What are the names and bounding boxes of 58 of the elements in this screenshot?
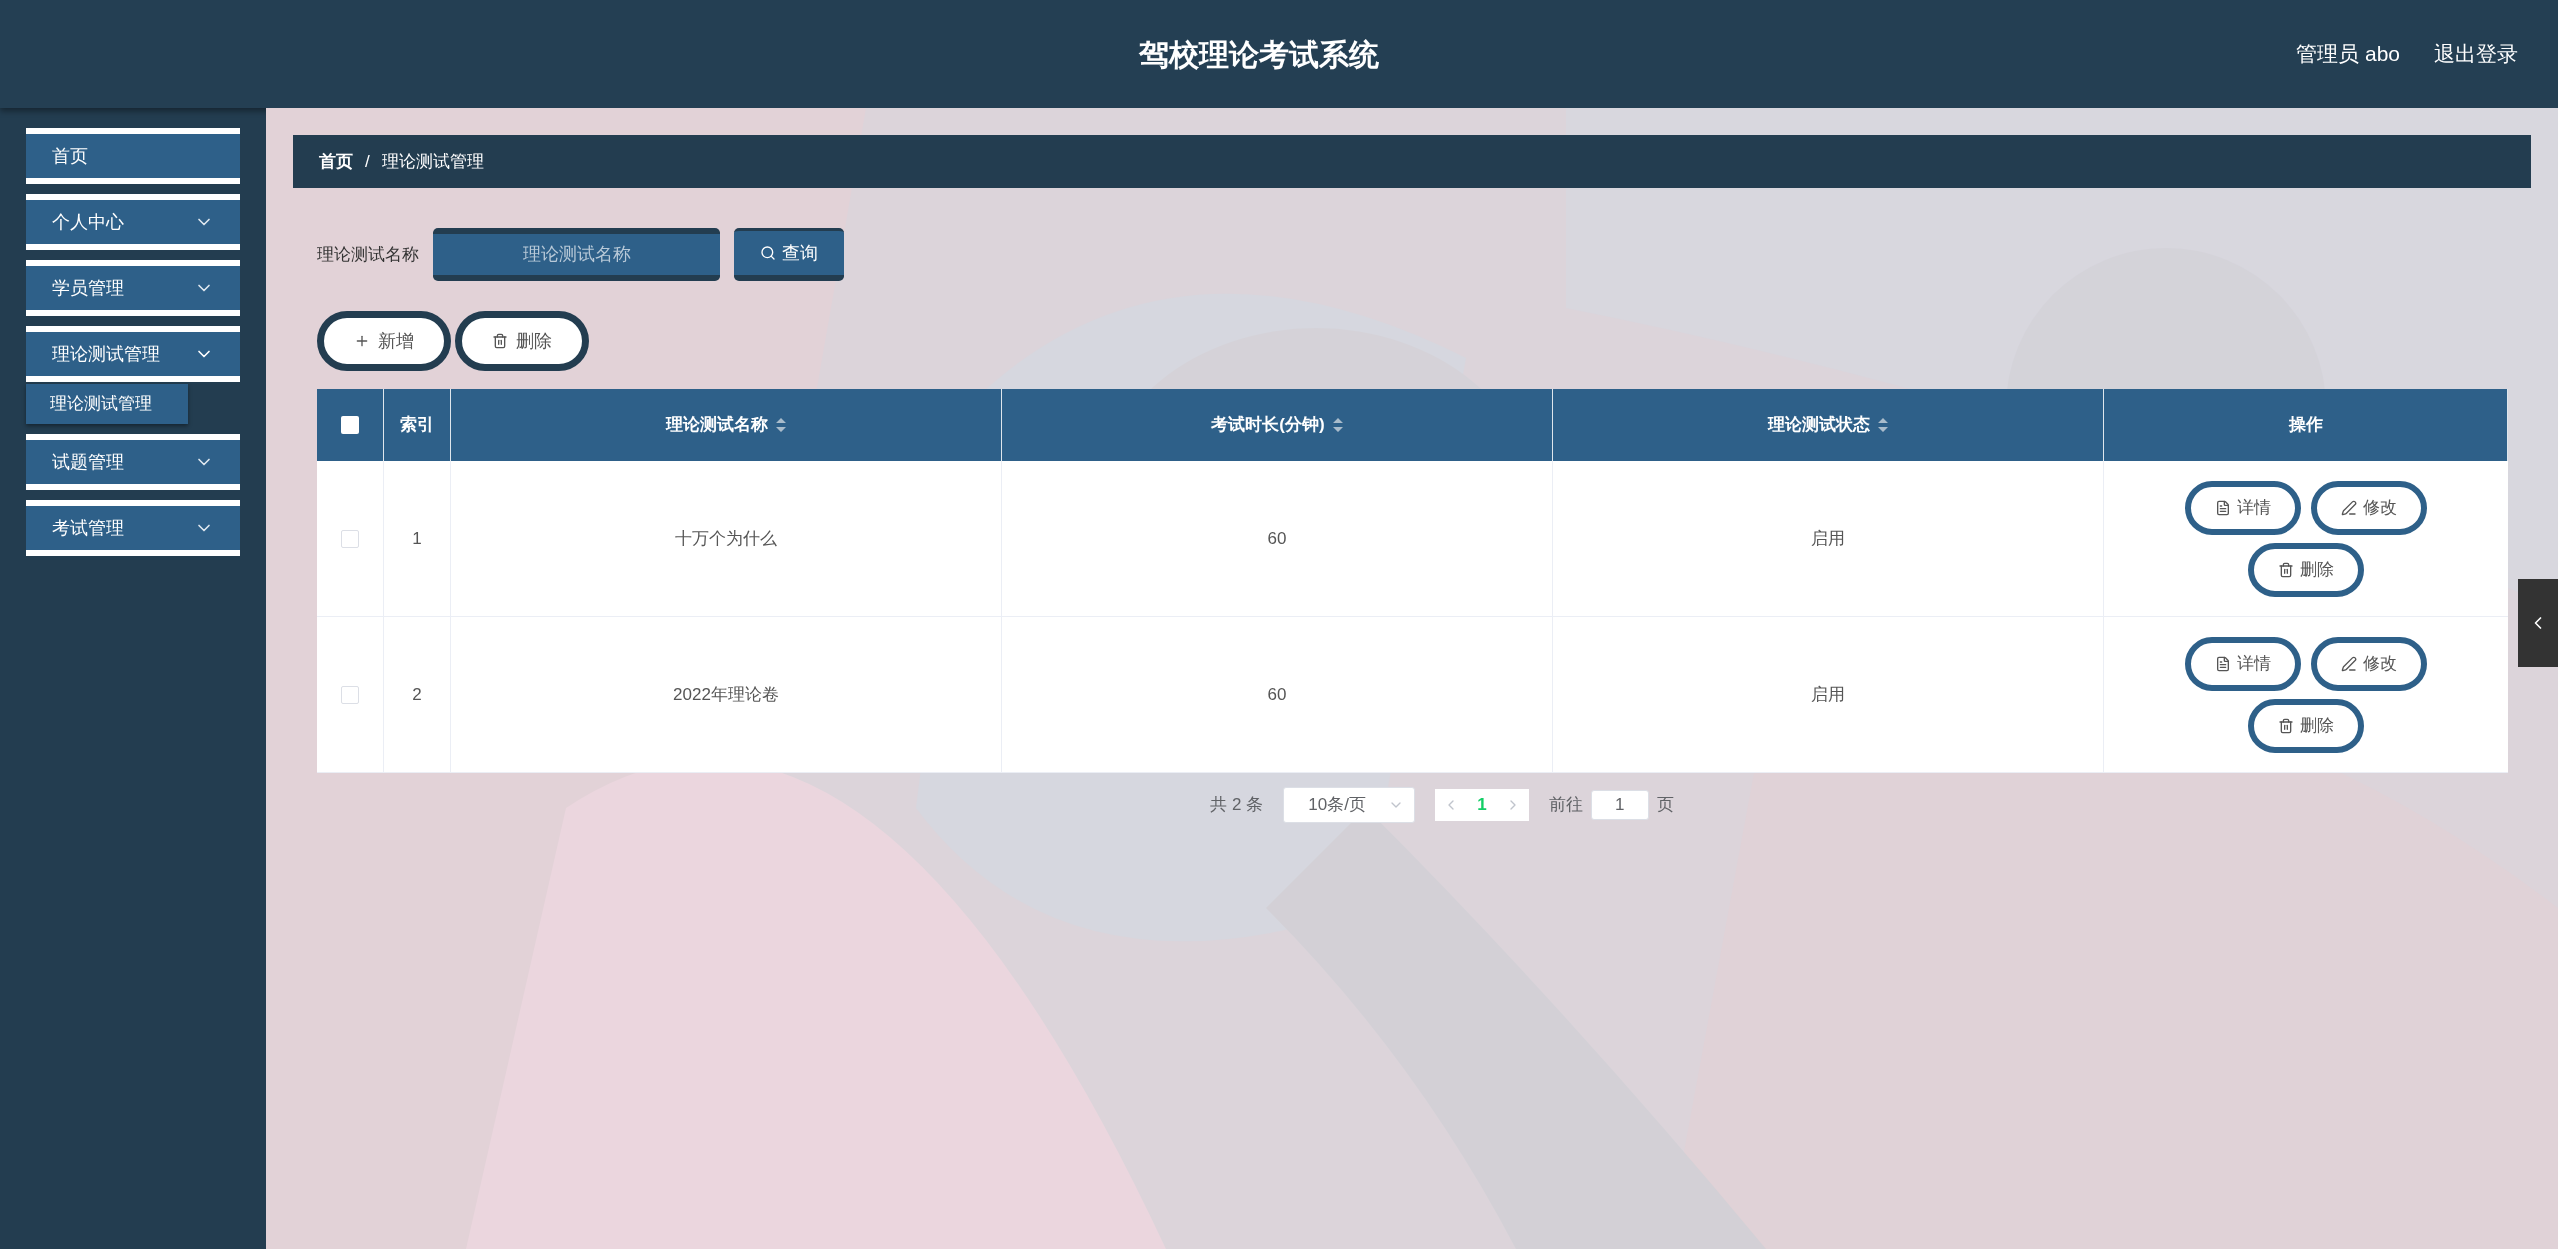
goto-page-field[interactable]: 1 xyxy=(1590,790,1649,820)
sidebar-item[interactable]: 考试管理 xyxy=(26,500,240,556)
column-header: 索引 xyxy=(400,414,434,437)
edit-button[interactable]: 修改 xyxy=(2311,636,2427,691)
breadcrumb-link[interactable]: 首页 xyxy=(319,148,353,175)
sort-icon[interactable] xyxy=(1878,418,1888,432)
document-icon xyxy=(2215,499,2231,516)
column-header: 考试时长(分钟) xyxy=(1211,414,1325,437)
detail-button[interactable]: 详情 xyxy=(2185,480,2301,535)
table-cell-text: 1 xyxy=(412,527,422,550)
table-cell-text: 启用 xyxy=(1811,527,1845,550)
sidebar-item[interactable]: 试题管理 xyxy=(26,434,240,490)
breadcrumb-current: 理论测试管理 xyxy=(381,150,484,173)
delete-button[interactable]: 删除 xyxy=(455,311,589,371)
detail-button[interactable]: 详情 xyxy=(2185,636,2301,691)
search-field[interactable]: 理论测试名称 xyxy=(433,228,720,281)
column-header: 理论测试名称 xyxy=(666,414,768,437)
sidebar-item[interactable]: 理论测试管理 xyxy=(26,326,240,382)
table-cell-text: 60 xyxy=(1267,683,1287,706)
delete-button[interactable]: 删除 xyxy=(2248,698,2364,753)
logout-link[interactable]: 退出登录 xyxy=(2434,38,2518,70)
column-header: 理论测试状态 xyxy=(1768,414,1870,437)
goto-label: 前往 xyxy=(1548,794,1583,817)
submenu-item[interactable]: 理论测试管理 xyxy=(26,384,188,424)
delete-button[interactable]: 删除 xyxy=(2248,542,2364,597)
sidebar-item[interactable]: 个人中心 xyxy=(26,194,240,250)
breadcrumb-separator: / xyxy=(365,150,370,173)
table-cell-text: 2022年理论卷 xyxy=(673,683,779,706)
table-cell-text: 启用 xyxy=(1811,683,1845,706)
search-button[interactable]: 查询 xyxy=(734,228,844,281)
document-icon xyxy=(2215,655,2231,672)
sidebar-item[interactable]: 首页 xyxy=(26,128,240,184)
search-icon xyxy=(760,245,776,261)
trash-icon xyxy=(492,333,508,349)
collapse-tab[interactable] xyxy=(2518,579,2558,667)
column-header: 操作 xyxy=(2288,414,2323,437)
search-label: 理论测试名称 xyxy=(317,243,419,266)
page-size-select[interactable]: 10条/页 xyxy=(1283,787,1416,823)
table-cell-text: 2 xyxy=(412,683,422,706)
table-cell-text: 60 xyxy=(1267,527,1287,550)
app-title: 驾校理论考试系统 xyxy=(1139,36,1379,73)
sort-icon[interactable] xyxy=(776,418,786,432)
add-button[interactable]: 新增 xyxy=(317,311,451,371)
trash-icon xyxy=(2278,561,2294,578)
table-cell-text: 十万个为什么 xyxy=(675,527,777,550)
trash-icon xyxy=(2278,717,2294,734)
pencil-icon xyxy=(2341,499,2357,516)
pencil-icon xyxy=(2341,655,2357,672)
total-count: 共 2 条 xyxy=(1210,794,1264,817)
goto-suffix: 页 xyxy=(1656,794,1674,817)
row-checkbox[interactable] xyxy=(341,685,359,704)
sort-icon[interactable] xyxy=(1332,418,1343,432)
plus-icon xyxy=(354,333,370,349)
select-all-checkbox[interactable] xyxy=(341,416,359,434)
row-checkbox[interactable] xyxy=(341,529,359,548)
edit-button[interactable]: 修改 xyxy=(2311,480,2427,535)
user-name: 管理员 abo xyxy=(2296,41,2400,68)
sidebar-item[interactable]: 学员管理 xyxy=(26,260,240,316)
